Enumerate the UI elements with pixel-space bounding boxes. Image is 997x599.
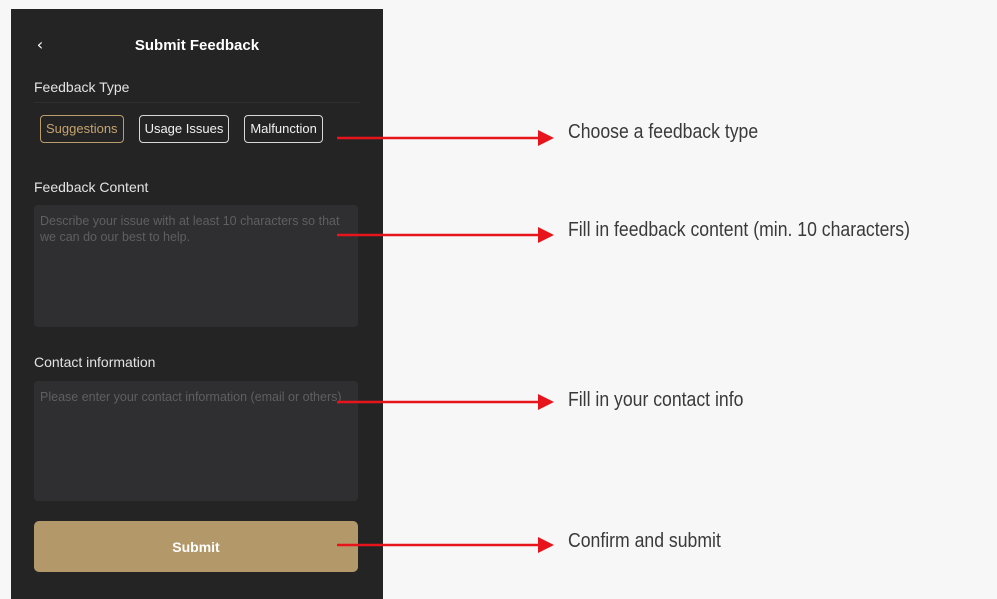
chip-suggestions[interactable]: Suggestions [40,115,124,143]
feedback-content-label: Feedback Content [34,179,149,195]
feedback-content-placeholder: Describe your issue with at least 10 cha… [40,214,340,244]
divider [34,102,360,103]
feedback-type-label: Feedback Type [34,79,130,95]
feedback-screen: ‹ Submit Feedback Feedback Type Suggesti… [11,9,383,599]
contact-textarea[interactable]: Please enter your contact information (e… [34,381,358,501]
chip-usage-issues[interactable]: Usage Issues [138,115,230,143]
contact-placeholder: Please enter your contact information (e… [40,390,342,404]
submit-button[interactable]: Submit [34,521,358,572]
page-title: Submit Feedback [134,37,260,54]
feedback-content-textarea[interactable]: Describe your issue with at least 10 cha… [34,205,358,327]
annotation-feedback-content: Fill in feedback content (min. 10 charac… [568,218,910,241]
top-bar: ‹ Submit Feedback [11,9,383,63]
arrow-head-contact [538,394,554,410]
feedback-type-options: Suggestions Usage Issues Malfunction [40,115,323,143]
chip-malfunction[interactable]: Malfunction [244,115,323,143]
annotation-submit: Confirm and submit [568,529,721,552]
arrow-head-feedback-type [538,130,554,146]
annotation-feedback-type: Choose a feedback type [568,120,759,143]
arrow-head-feedback-content [538,227,554,243]
arrow-head-submit [538,537,554,553]
contact-label: Contact information [34,354,156,370]
annotation-contact: Fill in your contact info [568,388,744,411]
